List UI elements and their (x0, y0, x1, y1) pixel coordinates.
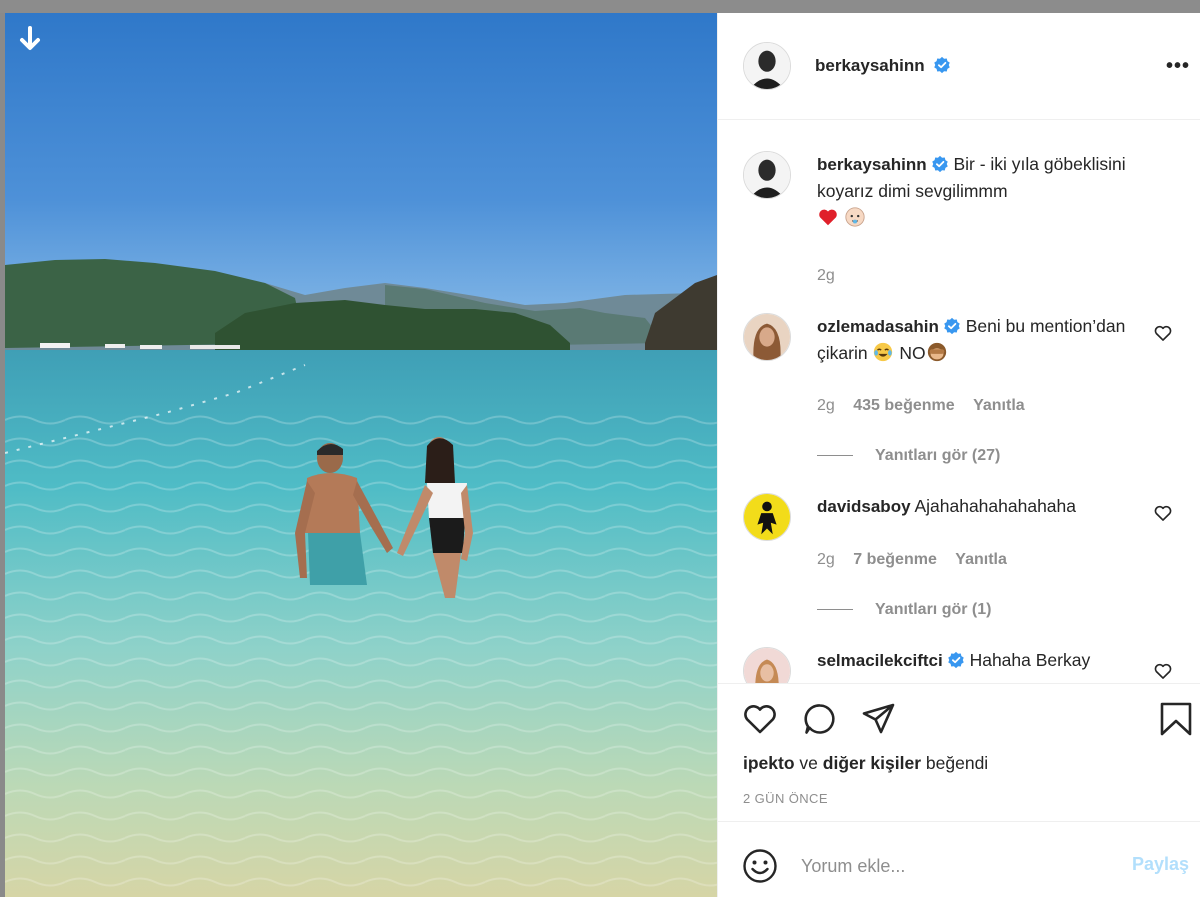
likes-connector: ve (799, 753, 818, 773)
red-heart-emoji-icon (819, 209, 837, 226)
add-comment-bar: Paylaş (718, 821, 1200, 897)
comment-body: selmacilekciftci Hahaha Berkay (817, 647, 1127, 674)
commenter-avatar[interactable] (743, 647, 791, 683)
view-replies-label: Yanıtları gör (1) (875, 601, 992, 618)
verified-badge-icon (944, 317, 960, 335)
caption-avatar[interactable] (743, 151, 791, 199)
see-no-evil-monkey-emoji-icon (927, 342, 946, 362)
post-photo[interactable] (5, 13, 717, 897)
window-top-strip (0, 0, 1200, 13)
comment-input[interactable] (801, 852, 1121, 880)
comment-username[interactable]: davidsaboy (817, 497, 911, 516)
verified-badge-icon (934, 56, 950, 74)
likes-summary: ipekto ve diğer kişiler beğendi (743, 753, 988, 774)
share-paper-plane-icon[interactable] (861, 701, 897, 737)
post-actions: ipekto ve diğer kişiler beğendi 2 GÜN ÖN… (718, 683, 1200, 821)
comment-like-count[interactable]: 435 beğenme (853, 397, 954, 414)
like-heart-icon[interactable] (742, 701, 778, 737)
comment-username[interactable]: selmacilekciftci (817, 651, 943, 670)
commenter-avatar[interactable] (743, 313, 791, 361)
caption-body: berkaysahinn Bir - iki yıla göbeklisini … (817, 151, 1127, 232)
comment-body: ozlemadasahin Beni bu mention’dan çikari… (817, 313, 1127, 367)
caption-username[interactable]: berkaysahinn (817, 155, 927, 174)
verified-badge-icon (931, 155, 948, 173)
post-comment-button[interactable]: Paylaş (1132, 854, 1189, 875)
beach-photo-image (5, 13, 717, 897)
reply-button[interactable]: Yanıtla (955, 551, 1007, 568)
tears-of-joy-emoji-icon (874, 342, 893, 362)
author-name-row[interactable]: berkaysahinn (815, 56, 951, 76)
comment-meta: 2g 435 beğenme Yanıtla (817, 397, 1039, 415)
comment-like-heart-icon[interactable] (1153, 661, 1173, 681)
replies-divider-line (817, 455, 853, 457)
view-replies-label: Yanıtları gör (27) (875, 447, 1001, 464)
save-bookmark-icon[interactable] (1158, 701, 1194, 737)
commenter-avatar[interactable] (743, 493, 791, 541)
author-avatar[interactable] (743, 42, 791, 90)
comment-text: Hahaha Berkay (969, 650, 1091, 670)
comment-body: davidsaboy Ajahahahahahahaha (817, 493, 1127, 520)
likes-suffix: beğendi (925, 753, 989, 773)
emoji-picker-icon[interactable] (742, 848, 778, 884)
reply-button[interactable]: Yanıtla (973, 397, 1025, 414)
liked-by-user[interactable]: ipekto (743, 753, 795, 773)
comment-text-suffix: NO (899, 343, 926, 363)
comment-bubble-icon[interactable] (802, 701, 838, 737)
comment-username[interactable]: ozlemadasahin (817, 317, 939, 336)
caption-time: 2g (817, 267, 835, 284)
comment-like-heart-icon[interactable] (1153, 503, 1173, 523)
more-options-button[interactable]: ••• (1166, 55, 1190, 78)
verified-badge-icon (947, 651, 964, 669)
comment-time: 2g (817, 397, 835, 414)
caption-meta: 2g (817, 267, 849, 285)
post-header: berkaysahinn ••• (718, 13, 1200, 120)
comment-like-count[interactable]: 7 beğenme (853, 551, 937, 568)
comment-meta: 2g 7 beğenme Yanıtla (817, 551, 1021, 569)
baby-face-emoji-icon (845, 207, 865, 227)
view-replies-button[interactable]: Yanıtları gör (27) (817, 447, 1000, 465)
view-replies-button[interactable]: Yanıtları gör (1) (817, 601, 991, 619)
liked-by-others[interactable]: diğer kişiler (823, 753, 921, 773)
comment-text: Ajahahahahahahaha (914, 496, 1077, 516)
download-arrow-icon[interactable] (17, 25, 43, 53)
replies-divider-line (817, 609, 853, 611)
post-side-panel: berkaysahinn ••• berkaysahinn Bir - iki … (717, 13, 1200, 897)
comments-list[interactable]: berkaysahinn Bir - iki yıla göbeklisini … (718, 121, 1200, 683)
comment-time: 2g (817, 551, 835, 568)
post-timestamp[interactable]: 2 GÜN ÖNCE (743, 791, 828, 806)
comment-like-heart-icon[interactable] (1153, 323, 1173, 343)
author-username[interactable]: berkaysahinn (815, 56, 925, 75)
